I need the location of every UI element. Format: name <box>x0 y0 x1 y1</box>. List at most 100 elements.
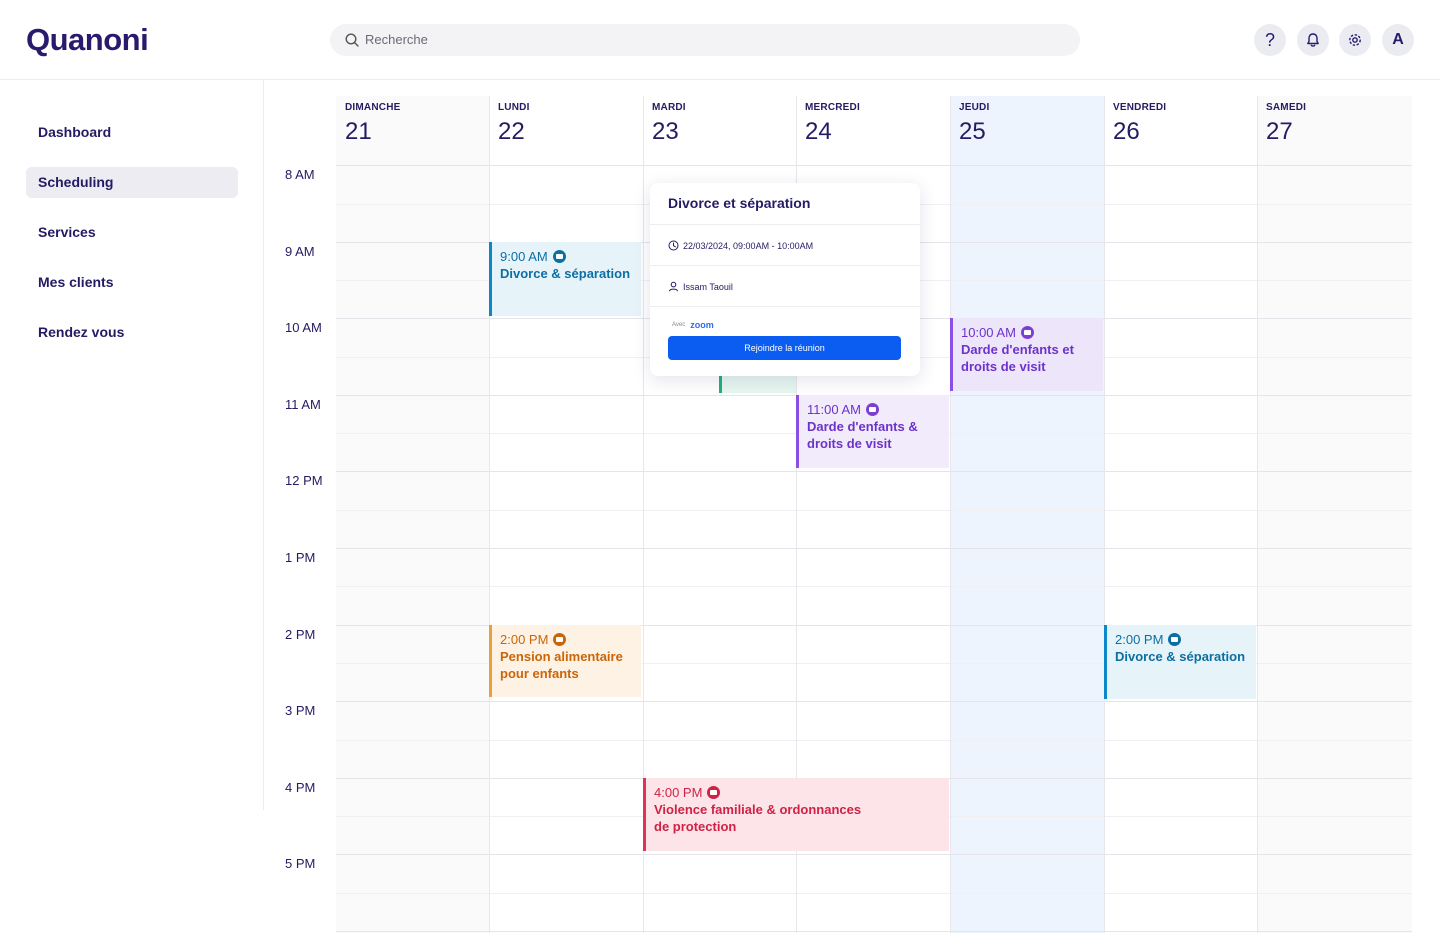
user-avatar[interactable]: A <box>1382 24 1414 56</box>
event-time: 4:00 PM <box>654 785 703 800</box>
notifications-button[interactable] <box>1297 24 1329 56</box>
avatar-initial: A <box>1392 31 1404 48</box>
event-details-popup[interactable]: Divorce et séparation 22/03/2024, 09:00A… <box>650 183 920 376</box>
half-hour-line <box>336 740 1412 741</box>
day-header-saturday[interactable]: SAMEDI 27 <box>1257 96 1412 166</box>
video-icon <box>552 250 566 263</box>
sidebar-item-dashboard[interactable]: Dashboard <box>26 117 238 148</box>
gear-icon <box>1349 34 1361 46</box>
sidebar-item-appointments[interactable]: Rendez vous <box>26 317 238 348</box>
event-title: Divorce & séparation <box>1115 649 1246 664</box>
app-logo[interactable]: Quanoni <box>26 22 149 58</box>
event-card[interactable]: 11:00 AM Darde d'enfants & droits de vis… <box>796 395 949 468</box>
time-label: 2 PM <box>285 627 316 642</box>
hour-line <box>336 854 1412 855</box>
day-column-thursday[interactable] <box>950 96 1104 933</box>
day-name: MARDI <box>652 102 686 113</box>
avec-label: Avec <box>672 322 686 328</box>
settings-button[interactable] <box>1339 24 1371 56</box>
event-time: 9:00 AM <box>500 249 548 264</box>
event-title: Darde d'enfants et droits de visit <box>961 342 1074 374</box>
column-divider <box>1257 96 1258 933</box>
time-label: 10 AM <box>285 320 322 335</box>
day-column-saturday[interactable] <box>1257 96 1412 933</box>
event-card[interactable]: 2:00 PM Pension alimentaire pour enfants <box>489 625 641 697</box>
event-title: Pension alimentaire pour enfants <box>500 649 623 681</box>
day-number: 21 <box>345 118 372 145</box>
top-bar: Quanoni Recherche ? A <box>0 0 1440 80</box>
day-number: 27 <box>1266 118 1293 145</box>
user-icon <box>669 281 678 292</box>
day-number: 24 <box>805 118 832 145</box>
sidebar: Dashboard Scheduling Services Mes client… <box>0 80 264 810</box>
day-name: DIMANCHE <box>345 102 401 113</box>
day-header-wednesday[interactable]: MERCREDI 24 <box>796 96 950 166</box>
sidebar-item-scheduling[interactable]: Scheduling <box>26 167 238 198</box>
video-icon <box>1020 326 1034 339</box>
day-number: 25 <box>959 118 986 145</box>
day-column-friday[interactable] <box>1104 96 1257 933</box>
help-icon: ? <box>1264 29 1275 50</box>
day-number: 23 <box>652 118 679 145</box>
day-name: LUNDI <box>498 102 530 113</box>
hour-line <box>336 701 1412 702</box>
event-time: 2:00 PM <box>1115 632 1164 647</box>
hour-line <box>336 471 1412 472</box>
event-title: Divorce & séparation <box>500 266 631 281</box>
video-icon <box>865 403 879 416</box>
half-hour-line <box>336 893 1412 894</box>
day-column-sunday[interactable] <box>336 96 489 933</box>
time-label: 5 PM <box>285 856 316 871</box>
day-name: JEUDI <box>959 102 990 113</box>
half-hour-line <box>336 586 1412 587</box>
event-card[interactable]: 4:00 PM Violence familiale & ordonnances… <box>643 778 949 851</box>
event-card[interactable]: 2:00 PM Divorce & séparation <box>1104 625 1256 699</box>
time-label: 4 PM <box>285 780 316 795</box>
day-header-monday[interactable]: LUNDI 22 <box>489 96 643 166</box>
divider <box>650 265 920 266</box>
hour-line <box>336 548 1412 549</box>
column-divider <box>950 96 951 933</box>
event-title: Violence familiale & ordonnances de prot… <box>654 802 862 834</box>
time-label: 8 AM <box>285 167 315 182</box>
video-icon <box>1168 633 1182 646</box>
event-card[interactable]: 9:00 AM Divorce & séparation <box>489 242 641 316</box>
search-bar[interactable]: Recherche <box>330 24 1080 56</box>
search-input[interactable]: Recherche <box>365 24 428 56</box>
day-header-thursday[interactable]: JEUDI 25 <box>950 96 1104 166</box>
day-number: 26 <box>1113 118 1140 145</box>
day-name: VENDREDI <box>1113 102 1167 113</box>
popup-person: Issam Taouil <box>683 281 733 292</box>
bell-icon <box>1307 33 1319 47</box>
zoom-logo: zoom <box>690 320 714 330</box>
video-icon <box>707 786 721 799</box>
half-hour-line <box>336 510 1412 511</box>
event-title: Darde d'enfants & droits de visit <box>807 419 918 451</box>
sidebar-item-services[interactable]: Services <box>26 217 238 248</box>
time-label: 12 PM <box>285 473 323 488</box>
day-header-friday[interactable]: VENDREDI 26 <box>1104 96 1257 166</box>
divider <box>650 224 920 225</box>
day-header-sunday[interactable]: DIMANCHE 21 <box>336 96 489 166</box>
clock-icon <box>668 240 679 251</box>
day-column-monday[interactable] <box>489 96 643 933</box>
help-button[interactable]: ? <box>1254 24 1286 56</box>
time-label: 9 AM <box>285 244 315 259</box>
day-name: SAMEDI <box>1266 102 1307 113</box>
join-meeting-button[interactable]: Rejoindre la réunion <box>668 336 901 360</box>
popup-title: Divorce et séparation <box>668 195 811 211</box>
search-icon <box>345 33 359 47</box>
meeting-provider: Avec zoom <box>672 320 714 330</box>
hour-line <box>336 931 1412 932</box>
event-time: 10:00 AM <box>961 325 1016 340</box>
event-card[interactable]: 10:00 AM Darde d'enfants et droits de vi… <box>950 318 1103 391</box>
column-divider <box>489 96 490 933</box>
day-header-tuesday[interactable]: MARDI 23 <box>643 96 796 166</box>
event-time: 2:00 PM <box>500 632 549 647</box>
day-name: MERCREDI <box>805 102 860 113</box>
day-number: 22 <box>498 118 525 145</box>
sidebar-item-clients[interactable]: Mes clients <box>26 267 238 298</box>
time-label: 3 PM <box>285 703 316 718</box>
divider <box>650 306 920 307</box>
time-label: 11 AM <box>285 397 321 412</box>
